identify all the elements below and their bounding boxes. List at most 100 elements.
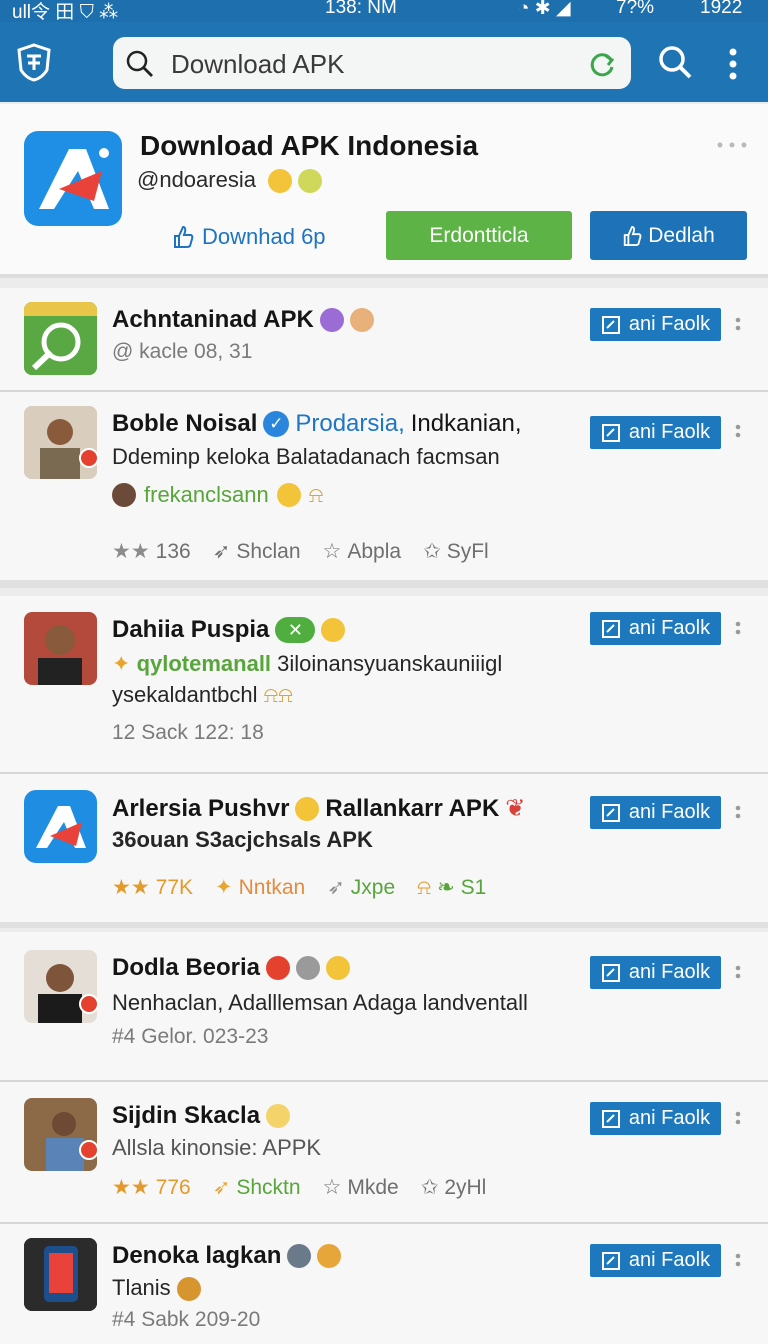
share-action[interactable]: ✦ Nntkan [215,875,305,900]
list-item[interactable]: Arlersia Pushvr Rallankarr APK ❦ 36ouan … [0,774,768,928]
follow-button[interactable]: ani Faolk [590,308,721,341]
follow-button[interactable]: ani Faolk [590,1102,721,1135]
rating-action[interactable]: ★★ 77K [112,875,193,900]
post-author: Sijdin Skacla [112,1102,291,1130]
share-action[interactable]: ➶ Shclan [213,539,301,564]
list-item[interactable]: Achntaninad APK @ kacle 08, 31 ani Faolk [0,288,768,392]
shield-logo-icon[interactable] [14,42,54,82]
follow-label: ani Faolk [628,961,711,983]
sparkle-icon: ✦ [112,651,131,676]
post-meta: #4 Sabk 209-20 [112,1308,261,1331]
laugh-emoji-icon [266,1104,291,1128]
follow-button[interactable]: ani Faolk [590,796,721,829]
boost-action[interactable]: ☆ Mkde [323,1175,399,1200]
status-clock: 1922 [700,0,743,18]
divider [0,922,768,928]
smile-emoji-icon [268,169,293,194]
list-item[interactable]: Sijdin Skacla Allsla kinonsie: APPK ★★ 77… [0,1082,768,1224]
follow-button[interactable]: ani Faolk [590,612,721,645]
reply-icon: ✩ [420,1176,439,1199]
download-link-label: Downhad 6p [202,224,326,249]
search-input[interactable]: Download APK [171,49,344,80]
author-name: Dodla Beoria [112,954,261,981]
face-emoji-icon [112,483,136,507]
grin-emoji-icon [298,169,323,194]
boost-action[interactable]: ☆ Abpla [323,539,402,564]
more-vert-icon[interactable] [734,965,742,979]
more-vert-icon[interactable] [722,46,744,82]
post-text: Ddeminp keloka Balatadanach facmsan [112,444,500,469]
notification-badge [79,448,99,468]
verified-icon: ✓ [263,411,290,437]
notification-badge [79,1140,99,1160]
follow-label: ani Faolk [628,801,711,823]
more-vert-icon[interactable] [734,621,742,635]
post-actions: ★★ 776 ➶ Shcktn ☆ Mkde ✩ 2yHl [112,1175,508,1200]
more-vert-icon[interactable] [734,424,742,438]
post-author: Dodla Beoria [112,954,351,982]
star-icon: ★★ [112,1176,150,1199]
post-actions: ★★ 77K ✦ Nntkan ➶ Jxpe ⍾ ❧ S1 [112,875,508,900]
sparkle-icon: ✦ [215,876,233,899]
bell-icon: ⍾⍾ [263,682,293,707]
author-name: Dahiia Puspia [112,616,270,643]
download-link[interactable]: Downhad 6p [172,224,326,250]
post-text: Tlanis [112,1275,201,1302]
thumb-icon [624,225,642,246]
star-icon: ★★ [112,876,150,899]
follow-button[interactable]: ani Faolk [590,416,721,449]
post-author: Achntaninad APK [112,306,374,334]
post-highlight: qylotemanall [136,651,272,676]
avatar [24,612,97,685]
list-item[interactable]: Boble Noisal ✓ Prodarsia, Indkanian, Dde… [0,392,768,588]
profile-header: Download APK Indonesia @ndoaresia Downha… [0,104,768,278]
share-action[interactable]: ➶ Shcktn [213,1175,301,1200]
post-meta: 12 Sack 122: 18 [112,721,264,744]
edit-icon [601,1109,620,1128]
search-icon[interactable] [657,44,693,80]
reply-action[interactable]: ✩ SyFl [423,539,489,564]
secondary-action-button[interactable]: Dedlah [590,211,747,260]
list-item[interactable]: Dahiia Puspia ✕ ✦ qylotemanall 3iloinans… [0,596,768,774]
more-vert-icon[interactable] [734,1111,742,1125]
rating-action[interactable]: ★★ 776 [112,1175,191,1200]
edit-icon [601,963,620,982]
boost-icon: ☆ [322,1176,342,1199]
secondary-button-label: Dedlah [648,223,715,247]
follow-label: ani Faolk [628,1107,711,1129]
primary-action-button[interactable]: Erdontticla [386,211,572,260]
more-vert-icon[interactable] [734,1253,742,1267]
list-item[interactable]: Denoka lagkan Tlanis #4 Sabk 209-20 ani … [0,1224,768,1344]
boost-action[interactable]: ➶ Jxpe [327,875,395,900]
search-bar[interactable]: Download APK [113,37,631,89]
follow-button[interactable]: ani Faolk [590,1244,721,1277]
reply-icon: ✩ [423,540,441,563]
follow-button[interactable]: ani Faolk [590,956,721,989]
boost-icon: ☆ [322,540,342,563]
close-icon[interactable]: ✕ [275,617,316,643]
refresh-icon[interactable] [587,49,617,79]
post-actions: ★★ 136 ➶ Shclan ☆ Abpla ✩ SyFl [112,539,511,564]
author-affiliation: Prodarsia, [295,410,405,437]
reply-action[interactable]: ⍾ ❧ S1 [417,875,486,900]
avatar [24,1098,97,1171]
more-vert-icon[interactable] [734,805,742,819]
avatar [24,790,97,863]
rating-action[interactable]: ★★ 136 [112,539,191,564]
share-icon: ➶ [212,540,231,563]
share-icon: ➶ [327,876,345,899]
author-name: Denoka lagkan [112,1242,282,1269]
status-time: 138: NM [325,0,397,18]
smile-emoji-icon [326,956,351,980]
list-item[interactable]: Dodla Beoria Nenhaclan, Adalllemsan Adag… [0,932,768,1082]
post-tag: frekanclsann ⍾ [112,482,323,508]
post-author: Dahiia Puspia ✕ [112,616,346,644]
share-icon: ➶ [212,1176,231,1199]
thinking-emoji-icon [321,618,346,642]
post-meta: #4 Gelor. 023-23 [112,1025,269,1048]
reply-action[interactable]: ✩ 2yHl [421,1175,487,1200]
more-horiz-icon[interactable] [716,140,748,150]
badge-icon [266,956,291,980]
more-vert-icon[interactable] [734,317,742,331]
face-emoji-icon [296,956,321,980]
